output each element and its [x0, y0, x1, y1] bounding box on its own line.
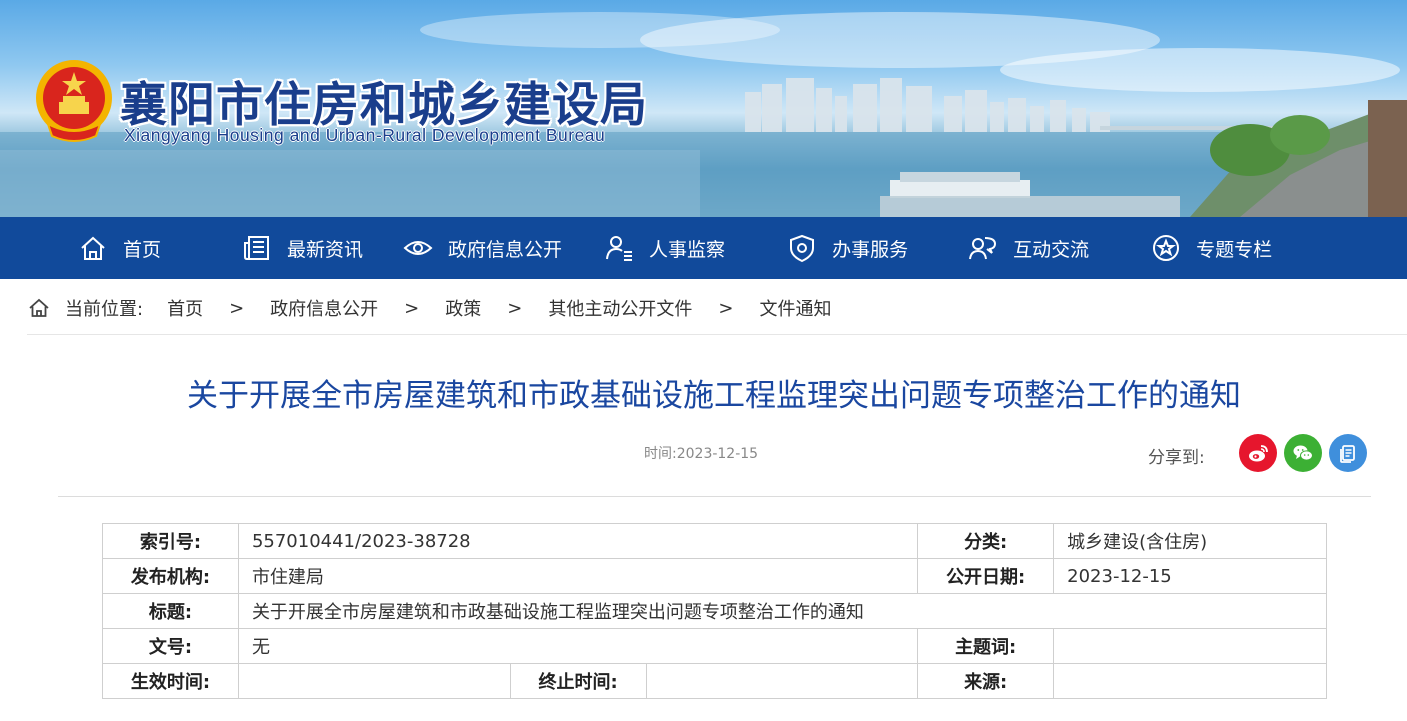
nav-item-gov-info[interactable]: 政府信息公开 [401, 217, 562, 279]
breadcrumb-separator: > [718, 297, 734, 319]
category-label: 分类: [917, 523, 1055, 559]
nav-item-label: 政府信息公开 [448, 238, 563, 261]
docno-value: 无 [237, 628, 919, 664]
main-nav: 首页 最新资讯 政府信息公开 人事监察 办事服务 互动交流 专题专栏 [0, 217, 1407, 279]
source-value [1053, 663, 1327, 699]
newspaper-icon [240, 231, 274, 265]
nav-item-topics[interactable]: 专题专栏 [1149, 217, 1272, 279]
star-icon [1149, 231, 1183, 265]
source-label: 来源: [917, 663, 1055, 699]
nav-item-personnel[interactable]: 人事监察 [602, 217, 725, 279]
nav-item-label: 互动交流 [1013, 238, 1090, 261]
effective-label: 生效时间: [102, 663, 239, 699]
breadcrumb-other-files[interactable]: 其他主动公开文件 [548, 295, 692, 321]
publisher-label: 发布机构: [102, 558, 239, 594]
date-value: 2023-12-15 [1053, 558, 1327, 594]
nav-item-label: 最新资讯 [287, 238, 364, 261]
nav-item-label: 人事监察 [649, 238, 726, 261]
article-title: 关于开展全市房屋建筑和市政基础设施工程监理突出问题专项整治工作的通知 [187, 378, 1241, 414]
nav-item-interaction[interactable]: 互动交流 [966, 217, 1089, 279]
end-value [645, 663, 919, 699]
person-list-icon [602, 231, 636, 265]
breadcrumb-gov-info[interactable]: 政府信息公开 [270, 295, 378, 321]
home-icon [76, 231, 110, 265]
title-value: 关于开展全市房屋建筑和市政基础设施工程监理突出问题专项整治工作的通知 [237, 593, 1328, 629]
table-row: 文号: 无 主题词: [102, 628, 1327, 664]
breadcrumb-file-notice[interactable]: 文件通知 [759, 295, 831, 321]
breadcrumb-label: 当前位置: [65, 299, 144, 320]
wechat-icon [1293, 445, 1313, 461]
docno-label: 文号: [102, 628, 239, 664]
table-row: 索引号: 557010441/2023-38728 分类: 城乡建设(含住房) [102, 523, 1327, 559]
index-value: 557010441/2023-38728 [237, 523, 919, 559]
eye-icon [401, 231, 435, 265]
breadcrumb-home[interactable]: 首页 [167, 295, 203, 321]
breadcrumb-separator: > [229, 297, 245, 319]
nav-item-services[interactable]: 办事服务 [785, 217, 908, 279]
title-label: 标题: [102, 593, 239, 629]
breadcrumb-separator: > [404, 297, 420, 319]
publisher-value: 市住建局 [237, 558, 919, 594]
national-emblem-icon [36, 60, 112, 142]
home-icon [29, 298, 49, 317]
nav-item-news[interactable]: 最新资讯 [240, 217, 363, 279]
keywords-value [1053, 628, 1327, 664]
nav-item-label: 办事服务 [832, 238, 909, 261]
share-copy-button[interactable] [1329, 434, 1367, 472]
date-label: 公开日期: [917, 558, 1055, 594]
category-value: 城乡建设(含住房) [1053, 523, 1327, 559]
index-label: 索引号: [102, 523, 239, 559]
header-banner: 襄阳市住房和城乡建设局 Xiangyang Housing and Urban-… [0, 0, 1407, 217]
nav-item-home[interactable]: 首页 [76, 217, 161, 279]
weibo-icon [1249, 445, 1268, 462]
shield-icon [785, 231, 819, 265]
publish-time: 时间:2023-12-15 [644, 446, 759, 462]
nav-item-label: 专题专栏 [1196, 238, 1273, 261]
table-row: 标题: 关于开展全市房屋建筑和市政基础设施工程监理突出问题专项整治工作的通知 [102, 593, 1328, 629]
breadcrumb: 当前位置: 首页 > 政府信息公开 > 政策 > 其他主动公开文件 > 文件通知 [27, 294, 831, 322]
document-info-table: 索引号: 557010441/2023-38728 分类: 城乡建设(含住房) … [102, 523, 1328, 699]
document-icon [1340, 445, 1355, 463]
site-subtitle: Xiangyang Housing and Urban-Rural Develo… [124, 125, 606, 145]
share-wechat-button[interactable] [1284, 434, 1322, 472]
table-row: 发布机构: 市住建局 公开日期: 2023-12-15 [102, 558, 1327, 594]
breadcrumb-separator: > [507, 297, 523, 319]
people-chat-icon [966, 231, 1000, 265]
breadcrumb-policy[interactable]: 政策 [445, 295, 481, 321]
share-weibo-button[interactable] [1239, 434, 1277, 472]
keywords-label: 主题词: [917, 628, 1055, 664]
share-label: 分享到: [1148, 448, 1205, 468]
nav-item-label: 首页 [123, 238, 162, 261]
divider [27, 334, 1407, 335]
end-label: 终止时间: [509, 663, 647, 699]
divider [58, 496, 1371, 497]
table-row: 生效时间: 终止时间: 来源: [102, 663, 1327, 699]
effective-value [237, 663, 511, 699]
